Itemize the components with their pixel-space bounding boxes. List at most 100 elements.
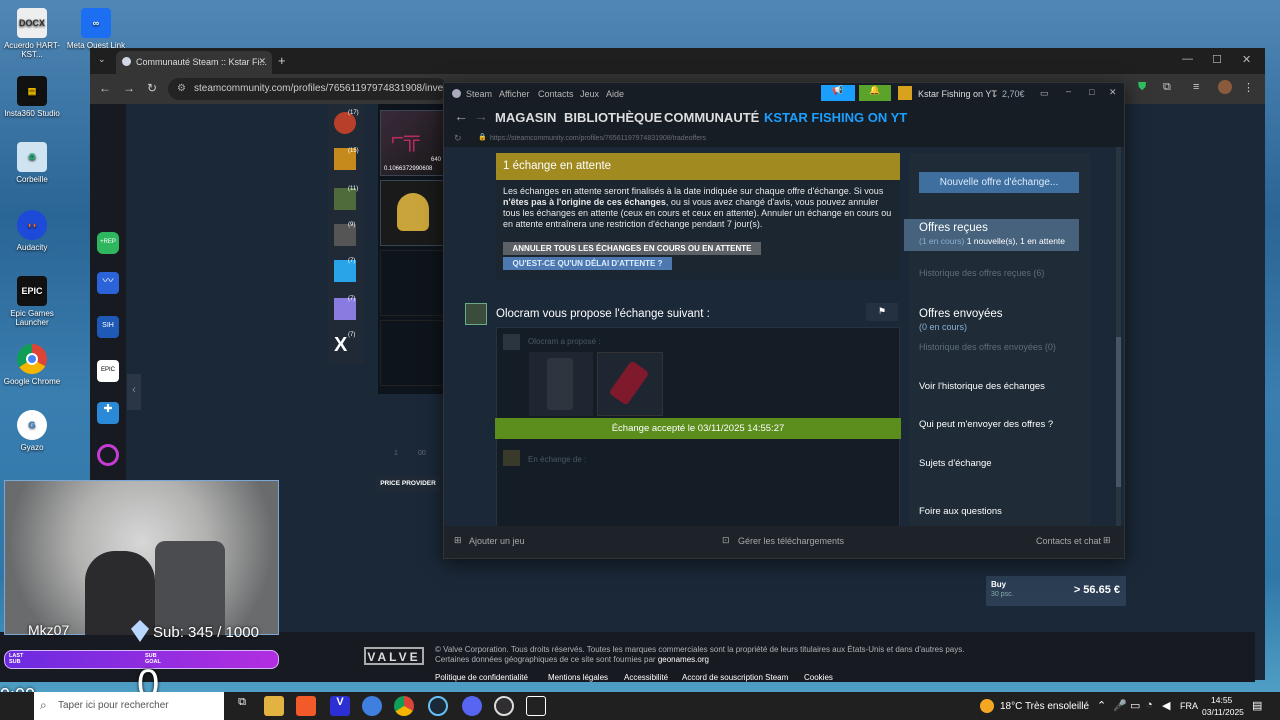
notifications-button[interactable]: 🔔: [859, 85, 891, 101]
extensions-icon[interactable]: ⧉: [1163, 81, 1171, 94]
cookies-link[interactable]: Cookies: [804, 673, 833, 682]
new-offer-button[interactable]: Nouvelle offre d'échange...: [919, 172, 1079, 193]
inventory-item[interactable]: [380, 250, 444, 316]
menu-icon[interactable]: ⋮: [1243, 81, 1254, 94]
chrome-task-icon[interactable]: [394, 696, 414, 716]
account-name[interactable]: Kstar Fishing on YT: [918, 89, 997, 99]
account-chevron-icon[interactable]: ⌄: [991, 89, 999, 100]
nav-profile[interactable]: KSTAR FISHING ON YT: [764, 110, 907, 125]
desktop-icon-insta360[interactable]: ▤ Insta360 Studio: [0, 76, 64, 118]
minimize-icon[interactable]: —: [1182, 53, 1193, 65]
sent-offers-link[interactable]: Offres envoyées: [919, 308, 1003, 320]
network-icon[interactable]: ▭: [1130, 699, 1140, 712]
steam-minimize-icon[interactable]: –: [1066, 86, 1071, 96]
nav-communaute[interactable]: COMMUNAUTÉ: [664, 110, 759, 125]
profile-avatar[interactable]: [1218, 80, 1232, 94]
inventory-item[interactable]: [380, 320, 444, 386]
inventory-item[interactable]: ⌐╦ 640 0.1066372990608: [380, 110, 444, 176]
obs-task-icon[interactable]: [494, 696, 514, 716]
mic-icon[interactable]: 🎤: [1113, 699, 1127, 712]
received-history-link[interactable]: Historique des offres reçues (6): [919, 268, 1044, 278]
offered-item-pants[interactable]: [529, 352, 593, 416]
maximize-icon[interactable]: ☐: [1212, 53, 1222, 66]
downloads-button[interactable]: Gérer les téléchargements: [738, 536, 844, 546]
sent-history-link[interactable]: Historique des offres envoyées (0): [919, 342, 1056, 352]
brave-icon[interactable]: [296, 696, 316, 716]
forward-icon[interactable]: →: [123, 81, 135, 95]
weather-text[interactable]: 18°C Très ensoleillé: [1000, 701, 1089, 712]
scrollbar[interactable]: [1116, 147, 1121, 527]
add-game-button[interactable]: Ajouter un jeu: [469, 536, 525, 546]
chart-icon[interactable]: 〰: [97, 272, 119, 294]
shield-extension-icon[interactable]: ⛊: [1138, 81, 1146, 94]
add-game-icon[interactable]: ⊞: [454, 535, 462, 546]
wifi-icon[interactable]: ◔: [1146, 699, 1153, 711]
what-is-hold-button[interactable]: QU'EST-CE QU'UN DÉLAI D'ATTENTE ?: [503, 257, 672, 270]
epic-sidebar-icon[interactable]: EPIC: [97, 360, 119, 382]
close-window-icon[interactable]: ✕: [1242, 53, 1251, 66]
notifications-icon[interactable]: ▤: [1252, 699, 1262, 712]
inventory-item[interactable]: [380, 180, 444, 246]
desktop-icon-gyazo[interactable]: G Gyazo: [0, 410, 64, 452]
user-avatar[interactable]: [898, 86, 912, 100]
capture-task-icon[interactable]: [526, 696, 546, 716]
reload-icon[interactable]: ↻: [147, 81, 157, 95]
tab-search-icon[interactable]: ⌄: [98, 54, 106, 65]
volume-icon[interactable]: ◀: [1162, 699, 1170, 712]
taskbar-search-box[interactable]: ⌕ Taper ici pour rechercher: [34, 692, 224, 720]
downloads-icon[interactable]: ⊡: [722, 535, 730, 546]
steam-maximize-icon[interactable]: □: [1089, 87, 1094, 97]
discord-task-icon[interactable]: [462, 696, 482, 716]
faq-link[interactable]: Foire aux questions: [919, 506, 1002, 517]
url-input[interactable]: ⚙ steamcommunity.com/profiles/7656119797…: [168, 78, 448, 100]
price-provider-button[interactable]: PRICE PROVIDER: [376, 476, 440, 492]
site-info-icon[interactable]: ⚙: [177, 83, 186, 94]
refresh-icon[interactable]: ↻: [454, 133, 462, 144]
clock-time[interactable]: 14:55: [1211, 695, 1232, 705]
announcements-button[interactable]: 📢: [821, 85, 855, 101]
new-tab-icon[interactable]: +: [278, 53, 286, 68]
desktop-icon-chrome[interactable]: Google Chrome: [0, 344, 64, 386]
trade-topics-link[interactable]: Sujets d'échange: [919, 458, 992, 469]
steam-close-icon[interactable]: ✕: [1109, 87, 1117, 98]
legal-link[interactable]: Mentions légales: [548, 673, 608, 682]
friends-chat-button[interactable]: Contacts et chat: [1036, 536, 1101, 546]
tray-up-icon[interactable]: ⌃: [1097, 699, 1106, 712]
offered-item-case[interactable]: [597, 352, 663, 416]
accessibility-link[interactable]: Accessibilité: [624, 673, 668, 682]
desktop-icon-meta-quest[interactable]: ∞ Meta Quest Link: [64, 8, 128, 50]
trade-history-link[interactable]: Voir l'historique des échanges: [919, 381, 1045, 392]
vegas-icon[interactable]: V: [330, 696, 350, 716]
steam-task-icon[interactable]: [428, 696, 448, 716]
received-offers-tab[interactable]: Offres reçues (1 en cours) 1 nouvelle(s)…: [904, 219, 1079, 251]
menu-steam[interactable]: Steam: [466, 89, 492, 99]
gyazo-task-icon[interactable]: [362, 696, 382, 716]
desktop-icon-epic[interactable]: EPIC Epic Games Launcher: [0, 276, 64, 327]
language-indicator[interactable]: FRA: [1180, 701, 1198, 711]
sih-icon[interactable]: SIH: [97, 316, 119, 338]
partner-avatar[interactable]: [465, 303, 487, 325]
menu-contacts[interactable]: Contacts: [538, 89, 574, 99]
browser-tab[interactable]: Communauté Steam :: Kstar Fi... ✕: [116, 51, 272, 74]
task-view-icon[interactable]: ⧉: [232, 696, 252, 716]
desktop-icon-audacity[interactable]: ◖◗ Audacity: [0, 210, 64, 252]
rep-icon[interactable]: +REP: [97, 232, 119, 254]
big-picture-icon[interactable]: ▭: [1040, 88, 1049, 99]
desktop-icon-recycle[interactable]: ♻ Corbeille: [0, 142, 64, 184]
steam-forward-icon[interactable]: →: [474, 108, 488, 124]
report-flag-icon[interactable]: ⚑: [866, 303, 898, 321]
nav-magasin[interactable]: MAGASIN: [495, 110, 556, 125]
menu-aide[interactable]: Aide: [606, 89, 624, 99]
weather-icon[interactable]: [980, 699, 994, 713]
desktop-icon-docx[interactable]: DOCX Acuerdo HART-KST...: [0, 8, 64, 59]
reading-list-icon[interactable]: ≡: [1193, 81, 1199, 93]
menu-afficher[interactable]: Afficher: [499, 89, 529, 99]
file-explorer-icon[interactable]: [264, 696, 284, 716]
circle-arrow-icon[interactable]: [97, 444, 119, 466]
nav-bibliotheque[interactable]: BIBLIOTHÈQUE: [564, 110, 662, 125]
geonames-link[interactable]: geonames.org: [658, 655, 709, 664]
close-tab-icon[interactable]: ✕: [258, 56, 266, 67]
clock-date[interactable]: 03/11/2025: [1202, 707, 1244, 717]
steam-back-icon[interactable]: ←: [454, 108, 468, 124]
who-can-trade-link[interactable]: Qui peut m'envoyer des offres ?: [919, 419, 1053, 430]
